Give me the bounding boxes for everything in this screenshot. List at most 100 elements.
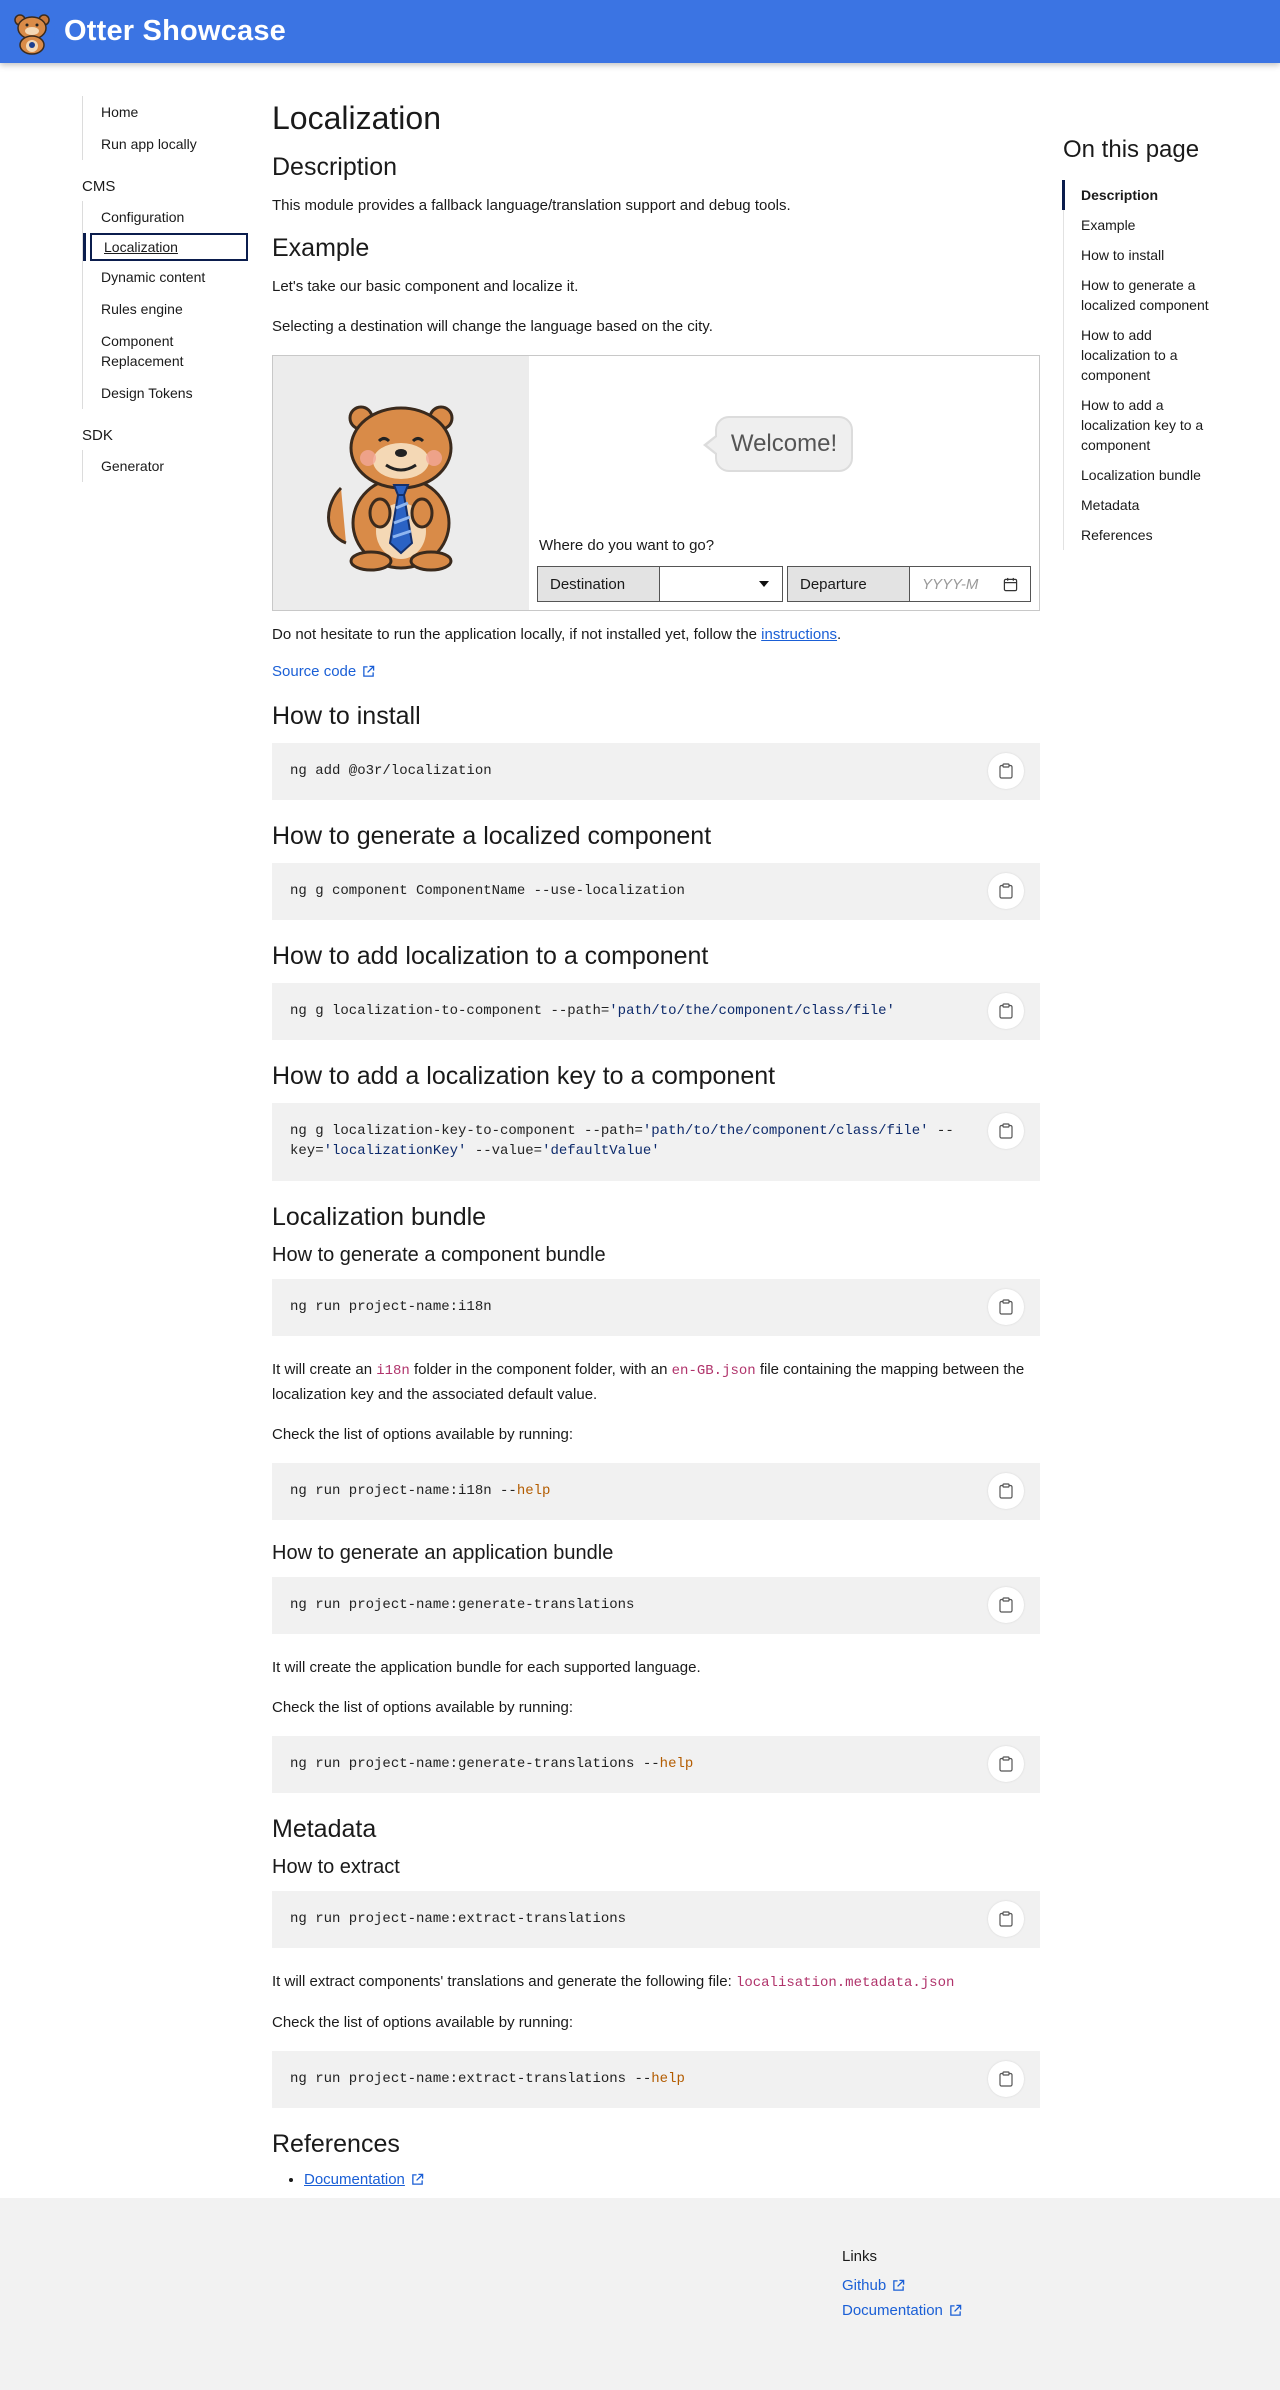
instructions-link[interactable]: instructions <box>761 626 837 643</box>
welcome-bubble: Welcome! <box>703 416 853 472</box>
toc-item-example[interactable]: Example <box>1064 210 1213 240</box>
code-block-gen-component: ng g component ComponentName --use-local… <box>272 863 1040 920</box>
toc-item-generate-localized-component[interactable]: How to generate a localized component <box>1064 270 1213 320</box>
clipboard-icon <box>999 2071 1013 2087</box>
example-text-2: Selecting a destination will change the … <box>272 318 713 335</box>
copy-button[interactable] <box>988 1901 1024 1937</box>
external-link-icon <box>950 2304 962 2316</box>
otter-illustration-panel <box>273 356 529 610</box>
clipboard-icon <box>999 883 1013 899</box>
code-block-extract-help: ng run project-name:extract-translations… <box>272 2051 1040 2108</box>
bundle-heading: Localization bundle <box>272 1203 487 1231</box>
copy-button[interactable] <box>988 1587 1024 1623</box>
caret-down-icon <box>759 581 769 587</box>
clipboard-icon <box>999 1597 1013 1613</box>
page-title: Localization <box>272 100 441 136</box>
departure-input[interactable]: YYYY-M <box>910 567 1030 601</box>
toc-item-how-to-install[interactable]: How to install <box>1064 240 1213 270</box>
footer-documentation-link[interactable]: Documentation <box>842 2302 962 2319</box>
sidebar-heading-sdk: SDK <box>82 427 113 444</box>
metadata-heading: Metadata <box>272 1815 377 1843</box>
sidebar-item-design-tokens[interactable]: Design Tokens <box>83 377 248 409</box>
code-block-comp-bundle: ng run project-name:i18n <box>272 1279 1040 1336</box>
destination-label: Destination <box>538 567 660 601</box>
departure-placeholder: YYYY-M <box>922 575 979 593</box>
toc-item-references[interactable]: References <box>1064 520 1213 550</box>
clipboard-icon <box>999 1123 1013 1139</box>
destination-dropdown[interactable] <box>660 567 782 601</box>
documentation-link[interactable]: Documentation <box>304 2171 424 2188</box>
copy-button[interactable] <box>988 1289 1024 1325</box>
check-options-text: Check the list of options available by r… <box>272 1426 574 1443</box>
clipboard-icon <box>999 1756 1013 1772</box>
app-bundle-text: It will create the application bundle fo… <box>272 1659 701 1676</box>
add-loc-heading: How to add localization to a component <box>272 942 709 970</box>
sidebar-item-home[interactable]: Home <box>83 96 248 128</box>
toc-title: On this page <box>1063 136 1200 163</box>
main-content: Localization Description This module pro… <box>272 100 1040 2196</box>
list-item: Documentation <box>304 2171 1040 2188</box>
extract-text: It will extract components' translations… <box>272 1973 955 1991</box>
sidebar-nav: Home Run app locally CMS Configuration L… <box>82 96 248 492</box>
app-bundle-heading: How to generate an application bundle <box>272 1542 614 1564</box>
toc-item-description[interactable]: Description <box>1062 180 1213 210</box>
code-block-comp-bundle-help: ng run project-name:i18n --help <box>272 1463 1040 1520</box>
comp-bundle-text: It will create an i18n folder in the com… <box>272 1361 1025 1403</box>
clipboard-icon <box>999 763 1013 779</box>
clipboard-icon <box>999 1483 1013 1499</box>
comp-bundle-heading: How to generate a component bundle <box>272 1244 606 1266</box>
copy-button[interactable] <box>988 873 1024 909</box>
example-demo: Welcome! Where do you want to go? Destin… <box>272 355 1040 611</box>
copy-button[interactable] <box>988 993 1024 1029</box>
otter-logo-icon[interactable] <box>8 8 56 56</box>
code-block-app-bundle: ng run project-name:generate-translation… <box>272 1577 1040 1634</box>
run-locally-text: Do not hesitate to run the application l… <box>272 626 842 643</box>
sidebar-item-localization[interactable]: Localization <box>90 233 248 261</box>
code-block-extract: ng run project-name:extract-translations <box>272 1891 1040 1948</box>
footer-links-heading: Links <box>842 2248 878 2265</box>
clipboard-icon <box>999 1003 1013 1019</box>
copy-button[interactable] <box>988 1473 1024 1509</box>
code-block-add-key: ng g localization-key-to-component --pat… <box>272 1103 1040 1181</box>
calendar-icon[interactable] <box>1003 577 1018 592</box>
otter-mascot-icon <box>327 405 454 572</box>
sidebar-item-component-replacement[interactable]: Component Replacement <box>83 325 248 377</box>
toc-item-add-localization-key[interactable]: How to add a localization key to a compo… <box>1064 390 1213 460</box>
description-text: This module provides a fallback language… <box>272 197 791 214</box>
brand-title[interactable]: Otter Showcase <box>64 15 286 48</box>
copy-button[interactable] <box>988 2061 1024 2097</box>
sidebar-item-configuration[interactable]: Configuration <box>83 201 248 233</box>
demo-form-panel: Welcome! Where do you want to go? Destin… <box>529 356 1039 610</box>
table-of-contents: On this page Description Example How to … <box>1062 136 1213 550</box>
description-heading: Description <box>272 153 398 181</box>
source-code-link[interactable]: Source code <box>272 663 375 680</box>
sidebar-item-dynamic-content[interactable]: Dynamic content <box>83 261 248 293</box>
sidebar-item-rules-engine[interactable]: Rules engine <box>83 293 248 325</box>
copy-button[interactable] <box>988 753 1024 789</box>
clipboard-icon <box>999 1911 1013 1927</box>
copy-button[interactable] <box>988 1746 1024 1782</box>
code-block-install: ng add @o3r/localization <box>272 743 1040 800</box>
external-link-icon <box>893 2279 905 2291</box>
toc-item-add-localization[interactable]: How to add localization to a component <box>1064 320 1213 390</box>
external-link-icon <box>412 2173 424 2185</box>
footer-github-link[interactable]: Github <box>842 2277 962 2294</box>
footer: Links Github Documentation <box>0 2198 1280 2390</box>
destination-select[interactable]: Destination <box>537 566 783 602</box>
toc-item-localization-bundle[interactable]: Localization bundle <box>1064 460 1213 490</box>
sidebar-active-indicator: Localization <box>83 233 248 261</box>
add-key-heading: How to add a localization key to a compo… <box>272 1062 776 1090</box>
top-navbar: Otter Showcase <box>0 0 1280 63</box>
sidebar-group-sdk: Generator <box>82 450 248 482</box>
copy-button[interactable] <box>988 1113 1024 1149</box>
toc-list: Description Example How to install How t… <box>1062 180 1213 550</box>
code-block-app-bundle-help: ng run project-name:generate-translation… <box>272 1736 1040 1793</box>
sidebar-group-cms: Configuration Localization Dynamic conte… <box>82 201 248 409</box>
toc-item-metadata[interactable]: Metadata <box>1064 490 1213 520</box>
sidebar-item-generator[interactable]: Generator <box>83 450 248 482</box>
install-heading: How to install <box>272 702 421 730</box>
check-options-text: Check the list of options available by r… <box>272 2014 574 2031</box>
code-block-add-loc: ng g localization-to-component --path='p… <box>272 983 1040 1040</box>
departure-date-field[interactable]: Departure YYYY-M <box>787 566 1031 602</box>
sidebar-item-run-app-locally[interactable]: Run app locally <box>83 128 248 160</box>
